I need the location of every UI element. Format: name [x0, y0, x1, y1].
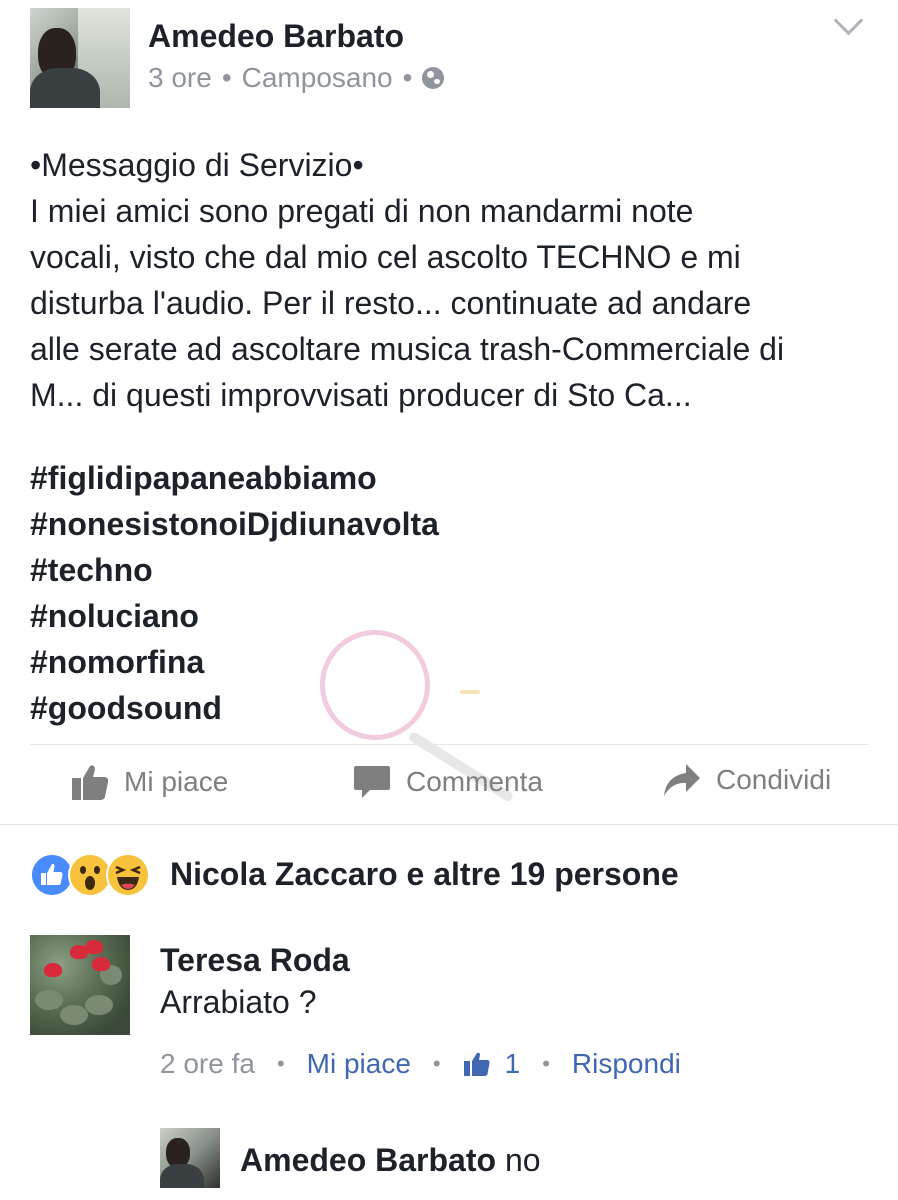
share-button[interactable]: Condividi [662, 762, 831, 798]
reply-author-name[interactable]: Amedeo Barbato [240, 1142, 496, 1178]
commenter-avatar[interactable] [30, 935, 130, 1035]
meta-separator: • [221, 62, 232, 93]
reply-text: no [504, 1142, 541, 1178]
share-arrow-icon [664, 764, 700, 796]
divider [0, 824, 898, 825]
divider [30, 744, 868, 745]
post-text-line: alle serate ad ascoltare musica trash-Co… [30, 331, 785, 367]
chevron-down-icon[interactable] [833, 5, 864, 36]
reply-line: Amedeo Barbato no [240, 1142, 541, 1179]
post-location[interactable]: Camposano [242, 62, 393, 94]
post-author-name[interactable]: Amedeo Barbato [148, 18, 404, 55]
post-meta: 3 ore • Camposano • [148, 62, 445, 94]
post-text-line: disturba l'audio. Per il resto... contin… [30, 285, 752, 321]
comment-like-link[interactable]: Mi piace [307, 1048, 411, 1080]
comment-meta: 2 ore fa • Mi piace • 1 • Rispondi [160, 1048, 681, 1080]
comment-label: Commenta [406, 766, 543, 797]
like-button[interactable]: Mi piace [70, 762, 228, 802]
post-text-line: vocali, visto che dal mio cel ascolto TE… [30, 239, 741, 275]
reply-avatar[interactable] [160, 1128, 220, 1188]
post-text-line: I miei amici sono pregati di non mandarm… [30, 193, 694, 229]
meta-separator: • [402, 62, 413, 93]
comment-text: Arrabiato ? [160, 984, 317, 1020]
comment-time[interactable]: 2 ore fa [160, 1048, 255, 1080]
post-time[interactable]: 3 ore [148, 62, 212, 94]
comment-bubble-icon [354, 766, 390, 798]
post-text-line: •Messaggio di Servizio• [30, 147, 364, 183]
author-avatar[interactable] [30, 8, 130, 108]
commenter-name[interactable]: Teresa Roda [160, 942, 350, 979]
thumbs-up-icon [72, 765, 109, 800]
reply-link[interactable]: Rispondi [572, 1048, 681, 1080]
haha-reaction-icon [106, 853, 150, 897]
hashtag-link[interactable]: #techno [30, 547, 439, 593]
like-count-value: 1 [504, 1048, 521, 1079]
comment-button[interactable]: Commenta [352, 762, 543, 802]
thumbs-up-icon [463, 1052, 490, 1076]
like-label: Mi piace [124, 766, 229, 797]
reaction-summary[interactable]: Nicola Zaccaro e altre 19 persone [170, 856, 679, 893]
watermark-logo [290, 620, 730, 803]
hashtag-link[interactable]: #figlidipapaneabbiamo [30, 455, 439, 501]
post-text: •Messaggio di Servizio• I miei amici son… [30, 142, 870, 418]
comment-like-count[interactable]: 1 [463, 1048, 521, 1080]
reaction-icons[interactable] [30, 853, 150, 897]
globe-icon [422, 67, 445, 89]
hashtag-link[interactable]: #nonesistonoiDjdiunavolta [30, 501, 439, 547]
share-label: Condividi [716, 764, 832, 795]
post-text-line: M... di questi improvvisati producer di … [30, 377, 692, 413]
